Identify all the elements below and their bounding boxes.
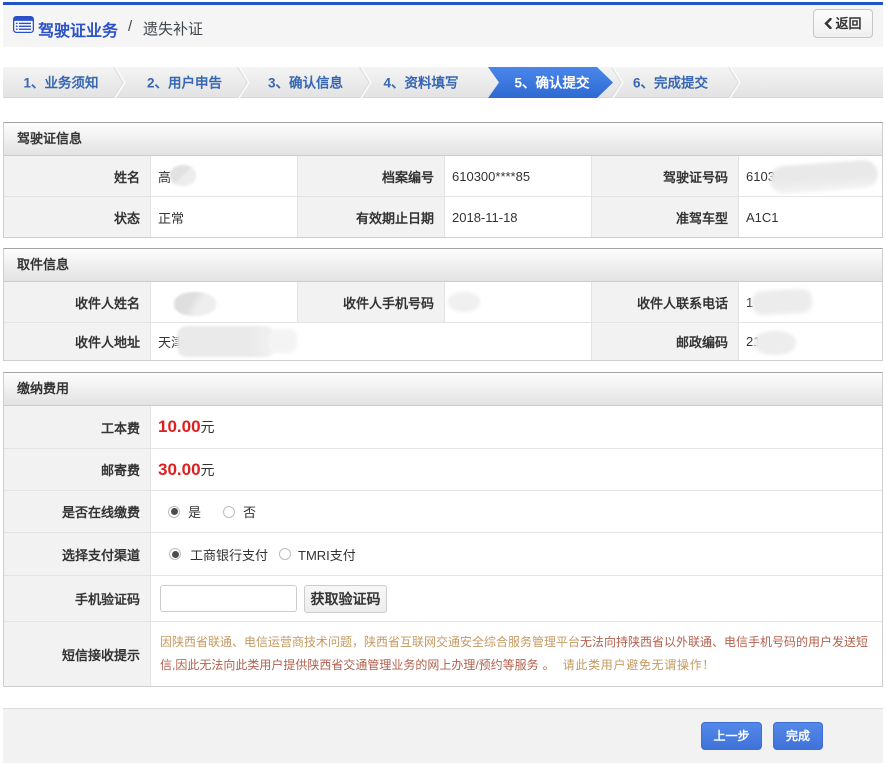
svg-text:4、资料填写: 4、资料填写 [383, 75, 458, 91]
svg-text:6、完成提交: 6、完成提交 [633, 75, 709, 91]
svg-text:2、用户申告: 2、用户申告 [147, 75, 222, 91]
svg-text:1、业务须知: 1、业务须知 [23, 75, 98, 91]
svg-text:5、确认提交: 5、确认提交 [514, 75, 590, 91]
svg-text:3、确认信息: 3、确认信息 [268, 75, 344, 91]
